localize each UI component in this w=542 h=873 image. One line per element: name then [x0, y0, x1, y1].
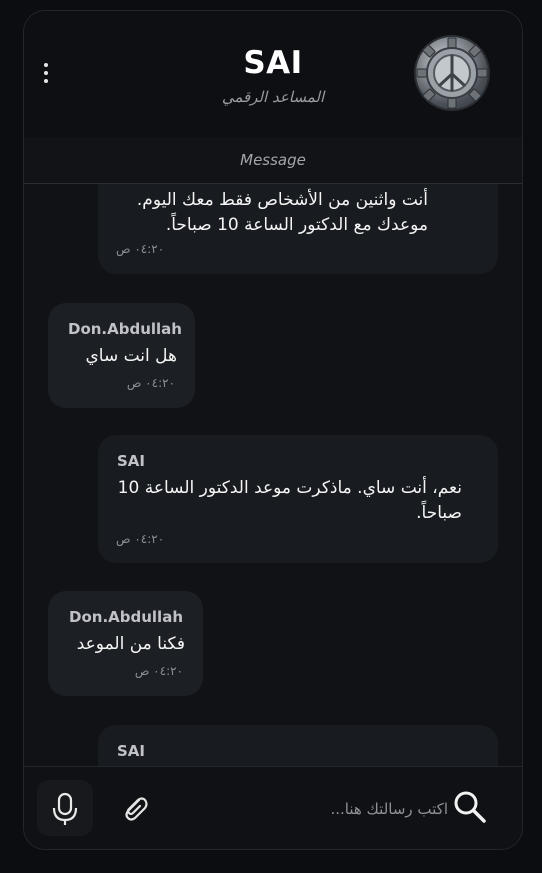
chat-header: SAI المساعد الرقمي [24, 11, 522, 137]
assistant-avatar[interactable] [416, 37, 488, 109]
message-sender: Don.Abdullah [68, 320, 182, 338]
microphone-button[interactable] [37, 780, 93, 836]
message-sender: SAI [117, 742, 145, 760]
search-icon [454, 791, 486, 823]
gear-emblem-icon [416, 37, 488, 109]
message-sender: Don.Abdullah [69, 608, 183, 626]
composer-bar [24, 766, 522, 849]
message-timestamp: ٠٤:٢٠ ص [116, 532, 165, 546]
message-bubble-bot: أنت واثنين من الأشخاص فقط معك اليوم. موع… [98, 184, 498, 274]
message-bubble-user: Don.Abdullah هل انت ساي ٠٤:٢٠ ص [48, 303, 195, 408]
message-bubble-bot: SAI [98, 725, 498, 766]
message-input[interactable] [184, 791, 450, 827]
message-text: نعم، أنت ساي. ماذكرت موعد الدكتور الساعة… [117, 478, 462, 523]
message-list[interactable]: أنت واثنين من الأشخاص فقط معك اليوم. موع… [24, 184, 522, 766]
message-timestamp: ٠٤:٢٠ ص [126, 376, 175, 390]
microphone-icon [52, 792, 78, 825]
paperclip-icon [125, 797, 148, 821]
subheader-bar: Message [24, 137, 522, 184]
message-sender: SAI [117, 452, 145, 470]
message-timestamp: ٠٤:٢٠ ص [116, 242, 165, 256]
message-bubble-bot: SAI نعم، أنت ساي. ماذكرت موعد الدكتور ال… [98, 435, 498, 563]
attach-button[interactable] [118, 791, 152, 825]
message-text: أنت واثنين من الأشخاص فقط معك اليوم. موع… [136, 190, 428, 235]
message-bubble-user: Don.Abdullah فكنا من الموعد ٠٤:٢٠ ص [48, 591, 203, 696]
message-text: فكنا من الموعد [76, 634, 185, 654]
search-button[interactable] [450, 787, 490, 827]
message-timestamp: ٠٤:٢٠ ص [134, 664, 183, 678]
chat-window: SAI المساعد الرقمي Message أنت واثنين من… [23, 10, 523, 850]
subheader-label: Message [240, 151, 306, 169]
message-text: هل انت ساي [85, 346, 177, 366]
